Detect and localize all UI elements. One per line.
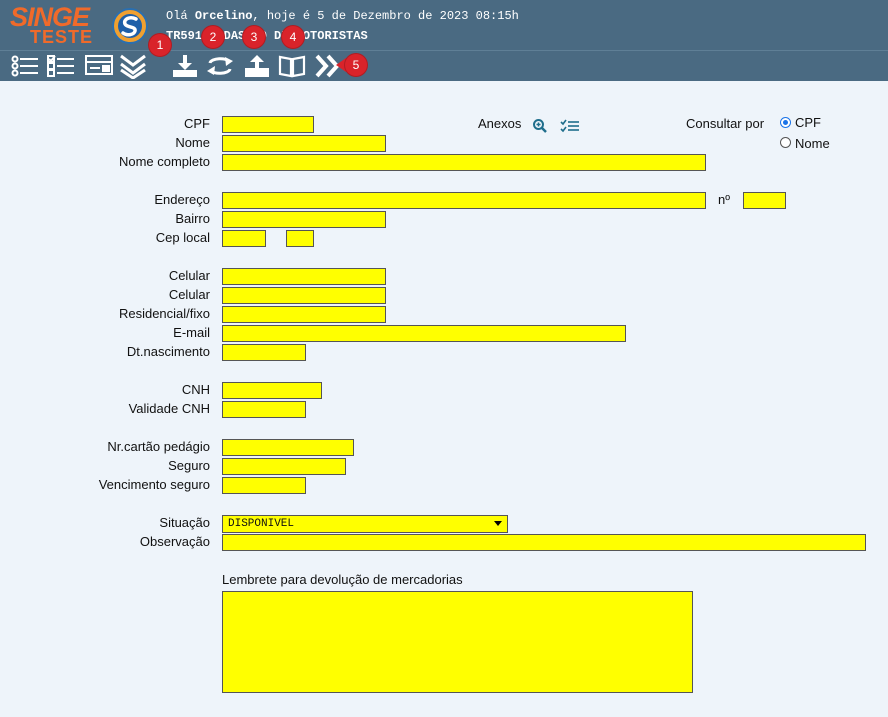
numero-input[interactable] <box>743 192 786 209</box>
consultar-por-label: Consultar por <box>686 116 765 131</box>
numero-label: nº <box>718 192 730 207</box>
celular1-label: Celular <box>168 268 210 283</box>
refresh-icon[interactable] <box>205 53 235 79</box>
bairro-input[interactable] <box>222 211 386 228</box>
validade-cnh-label: Validade CNH <box>128 401 210 416</box>
bairro-label: Bairro <box>175 211 210 226</box>
lembrete-textarea[interactable] <box>222 591 693 693</box>
endereco-input[interactable] <box>222 192 706 209</box>
venc-seguro-input[interactable] <box>222 477 306 494</box>
brand-emblem-icon <box>112 8 148 44</box>
greeting-text: Olá Orcelino, hoje é 5 de Dezembro de 20… <box>166 9 519 23</box>
situacao-label: Situação <box>159 515 210 530</box>
callout-badge-1: 1 <box>149 34 171 56</box>
cpf-input[interactable] <box>222 116 314 133</box>
cartao-pedagio-input[interactable] <box>222 439 354 456</box>
cnh-label: CNH <box>181 382 210 397</box>
callout-badge-2: 2 <box>202 26 224 48</box>
brand-env-label: TESTE <box>30 27 94 47</box>
validade-cnh-input[interactable] <box>222 401 306 418</box>
book-icon[interactable] <box>277 53 307 79</box>
situacao-select[interactable]: DISPONIVEL <box>222 515 508 533</box>
cnh-input[interactable] <box>222 382 322 399</box>
celular2-input[interactable] <box>222 287 386 304</box>
user-name: Orcelino <box>194 9 253 23</box>
cep-label: Cep local <box>155 230 210 245</box>
observacao-input[interactable] <box>222 534 866 551</box>
residencial-input[interactable] <box>222 306 386 323</box>
residencial-label: Residencial/fixo <box>118 306 210 321</box>
consultar-nome-radio[interactable] <box>780 137 791 148</box>
chevron-down-icon <box>494 521 502 526</box>
nome-input[interactable] <box>222 135 386 152</box>
nascimento-input[interactable] <box>222 344 306 361</box>
nome-completo-label: Nome completo <box>118 154 210 169</box>
list-icon[interactable] <box>10 53 40 79</box>
consultar-nome-label: Nome <box>795 136 830 151</box>
celular2-label: Celular <box>168 287 210 302</box>
venc-seguro-label: Vencimento seguro <box>98 477 210 492</box>
screen-title: TR591 CADASTRO DE MOTORISTAS <box>166 29 368 43</box>
cep-input-1[interactable] <box>222 230 266 247</box>
magnifier-icon[interactable] <box>532 118 548 134</box>
situacao-value: DISPONIVEL <box>228 518 295 530</box>
nascimento-label: Dt.nascimento <box>126 344 210 359</box>
cartao-pedagio-label: Nr.cartão pedágio <box>107 439 210 454</box>
nome-completo-input[interactable] <box>222 154 706 171</box>
nome-label: Nome <box>175 135 210 150</box>
cep-input-2[interactable] <box>286 230 314 247</box>
callout-badge-3: 3 <box>243 26 265 48</box>
lembrete-label: Lembrete para devolução de mercadorias <box>222 572 463 587</box>
consultar-cpf-radio[interactable] <box>780 117 791 128</box>
consultar-cpf-label: CPF <box>795 115 821 130</box>
celular1-input[interactable] <box>222 268 386 285</box>
email-input[interactable] <box>222 325 626 342</box>
anexos-label: Anexos <box>478 116 522 131</box>
cpf-label: CPF <box>184 116 210 131</box>
double-chevron-down-icon[interactable] <box>118 53 148 80</box>
callout-badge-5: 5 <box>345 54 367 76</box>
app-header: SINGE TESTE Olá Orcelino, hoje é 5 de De… <box>0 0 888 50</box>
download-icon[interactable] <box>170 53 200 79</box>
callout-badge-4: 4 <box>282 26 304 48</box>
upload-icon[interactable] <box>242 53 272 79</box>
seguro-input[interactable] <box>222 458 346 475</box>
checklist-small-icon[interactable] <box>560 118 580 134</box>
card-icon[interactable] <box>84 53 114 79</box>
email-label: E-mail <box>173 325 210 340</box>
seguro-label: Seguro <box>168 458 210 473</box>
checklist-icon[interactable] <box>46 53 76 79</box>
endereco-label: Endereço <box>154 192 210 207</box>
observacao-label: Observação <box>139 534 210 549</box>
